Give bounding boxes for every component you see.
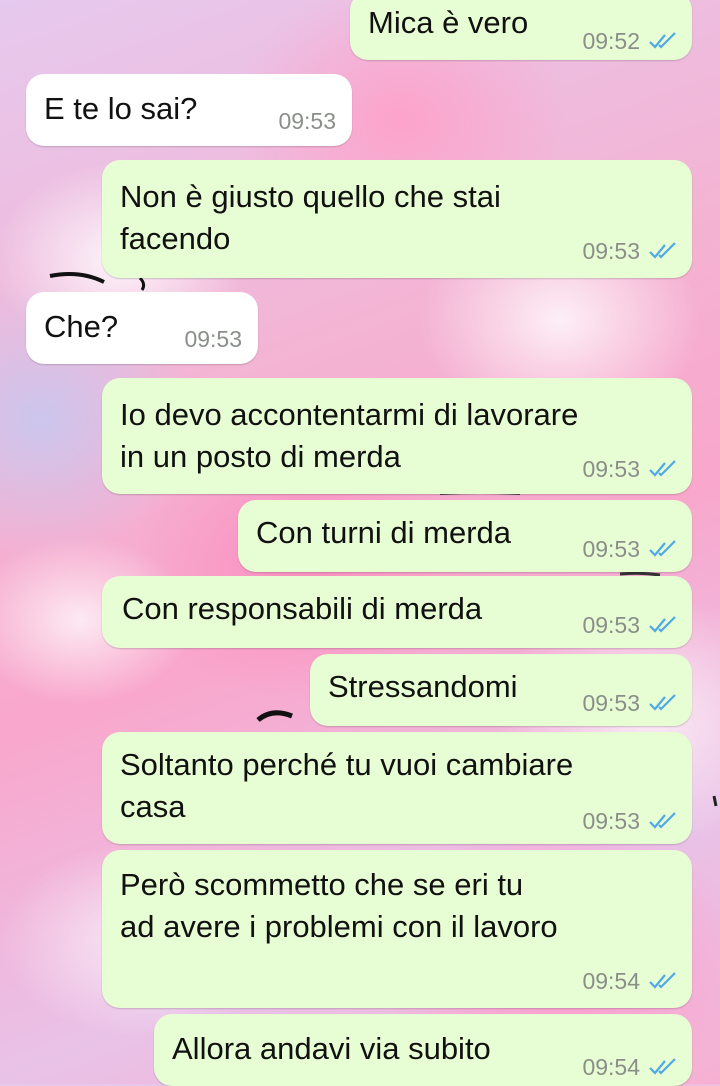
message-text-line: Però scommetto che se eri tu: [120, 867, 524, 902]
message-bubble-outgoing[interactable]: Mica è vero 09:52: [350, 0, 692, 60]
message-bubble-outgoing[interactable]: Soltanto perché tu vuoi cambiare casa 09…: [102, 732, 692, 844]
message-time: 09:52: [582, 28, 640, 54]
message-bubble-outgoing[interactable]: Stressandomi 09:53: [310, 654, 692, 726]
message-bubble-outgoing[interactable]: Non è giusto quello che stai facendo 09:…: [102, 160, 692, 278]
message-bubble-outgoing[interactable]: Allora andavi via subito 09:54: [154, 1014, 692, 1086]
message-meta: 09:53: [582, 610, 678, 640]
message-meta: 09:53: [278, 106, 336, 136]
message-text-line: facendo: [120, 221, 231, 256]
double-check-icon: [649, 1058, 676, 1075]
message-time: 09:53: [582, 238, 640, 264]
message-time: 09:53: [278, 108, 336, 134]
message-text-line: Non è giusto quello che stai: [120, 179, 501, 214]
message-text-line: Io devo accontentarmi di lavorare: [120, 397, 579, 432]
message-meta: 09:53: [582, 688, 678, 718]
message-time: 09:53: [582, 612, 640, 638]
double-check-icon: [649, 812, 676, 829]
message-bubble-outgoing[interactable]: Con turni di merda 09:53: [238, 500, 692, 572]
message-text-line: casa: [120, 789, 186, 824]
message-meta: 09:53: [184, 324, 242, 354]
message-bubble-outgoing[interactable]: Con responsabili di merda 09:53: [102, 576, 692, 648]
message-bubble-incoming[interactable]: Che? 09:53: [26, 292, 258, 364]
message-time: 09:53: [582, 536, 640, 562]
message-bubble-outgoing[interactable]: Però scommetto che se eri tu ad avere i …: [102, 850, 692, 1008]
message-meta: 09:53: [582, 806, 678, 836]
message-time: 09:53: [582, 456, 640, 482]
message-meta: 09:53: [582, 454, 678, 484]
message-text: Che?: [44, 309, 119, 344]
double-check-icon: [649, 32, 676, 49]
message-time: 09:53: [582, 808, 640, 834]
message-meta: 09:52: [582, 26, 678, 56]
message-time: 09:54: [582, 1054, 640, 1080]
double-check-icon: [649, 616, 676, 633]
message-bubble-incoming[interactable]: E te lo sai? 09:53: [26, 74, 352, 146]
message-text-line: ad avere i problemi con il lavoro: [120, 909, 558, 944]
double-check-icon: [649, 972, 676, 989]
message-text: Mica è vero: [368, 5, 529, 40]
message-text: E te lo sai?: [44, 91, 198, 126]
message-time: 09:53: [582, 690, 640, 716]
message-meta: 09:53: [582, 534, 678, 564]
message-meta: 09:54: [582, 966, 678, 996]
message-text-line: in un posto di merda: [120, 439, 401, 474]
message-text: Con responsabili di merda: [122, 591, 483, 626]
double-check-icon: [649, 242, 676, 259]
double-check-icon: [649, 460, 676, 477]
message-meta: 09:54: [582, 1052, 678, 1082]
double-check-icon: [649, 540, 676, 557]
message-time: 09:54: [582, 968, 640, 994]
message-text: Con turni di merda: [256, 515, 512, 550]
message-meta: 09:53: [582, 236, 678, 266]
message-text-line: Soltanto perché tu vuoi cambiare: [120, 747, 574, 782]
message-text: Stressandomi: [328, 669, 518, 704]
message-time: 09:53: [184, 326, 242, 352]
message-bubble-outgoing[interactable]: Io devo accontentarmi di lavorare in un …: [102, 378, 692, 494]
double-check-icon: [649, 694, 676, 711]
message-text: Allora andavi via subito: [172, 1031, 491, 1066]
